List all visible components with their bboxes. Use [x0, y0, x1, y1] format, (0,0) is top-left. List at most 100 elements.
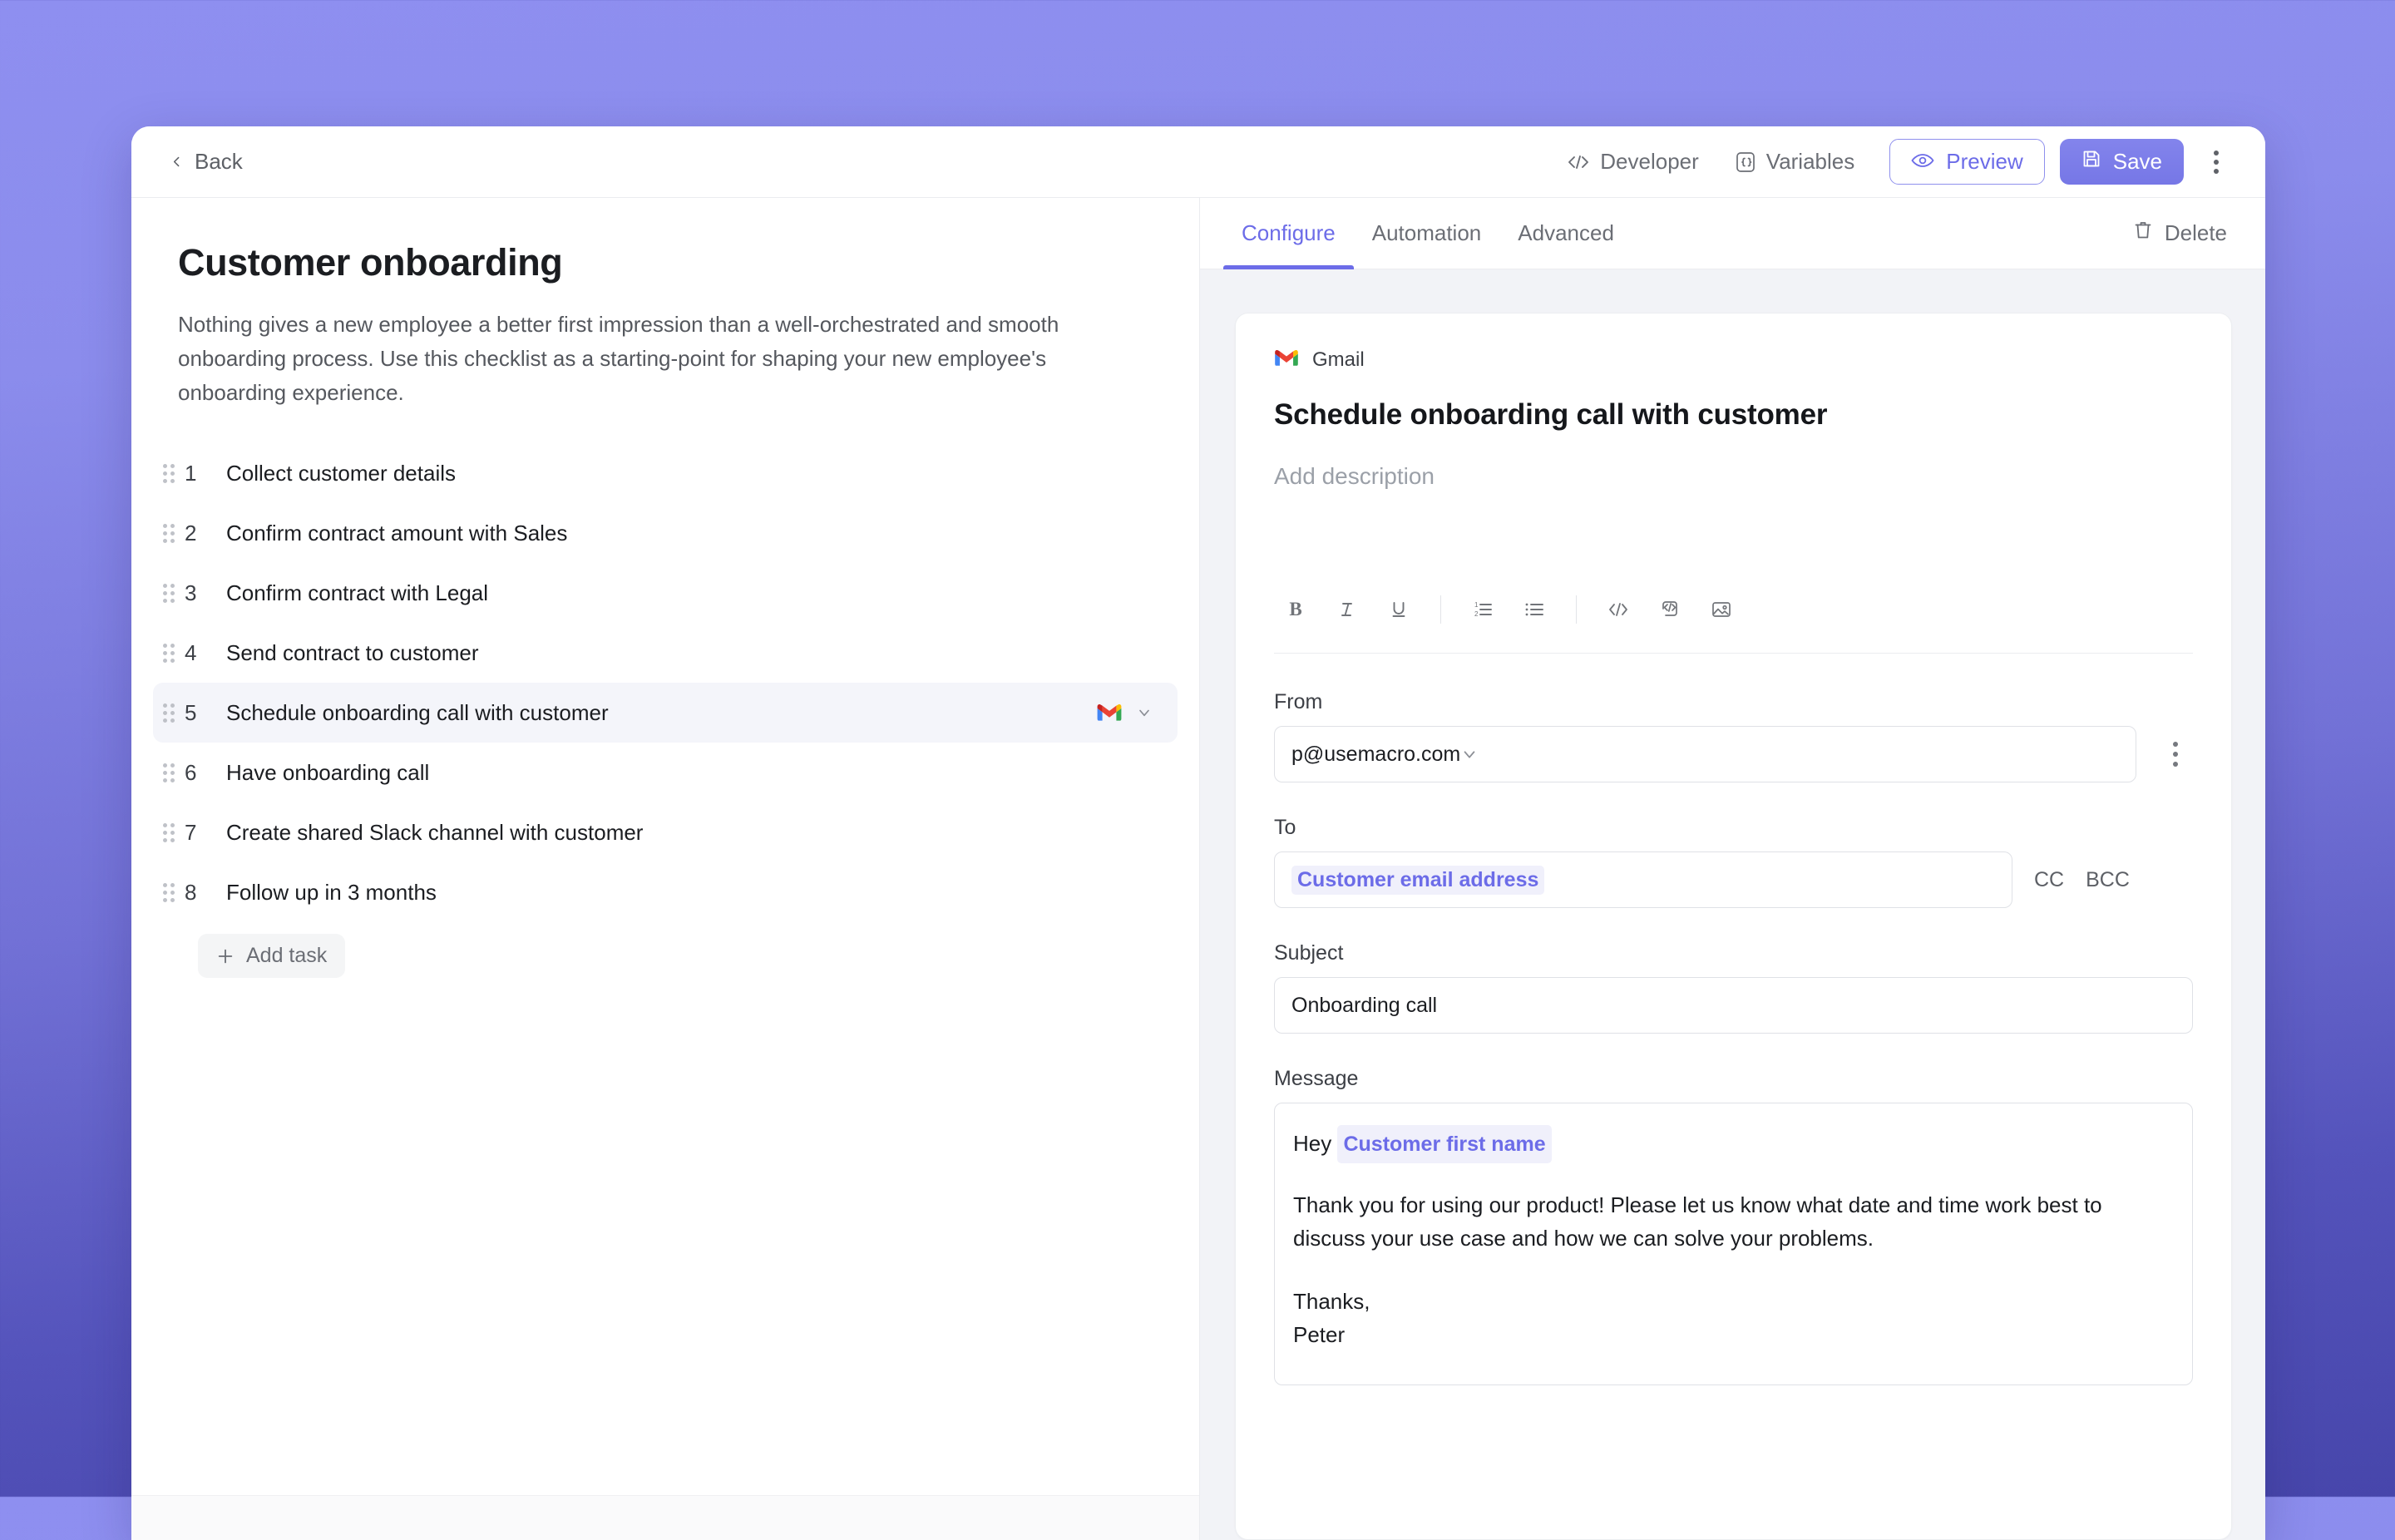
tab-label: Advanced: [1518, 220, 1614, 245]
preview-button[interactable]: Preview: [1889, 139, 2045, 185]
floppy-disk-icon: [2081, 149, 2101, 175]
task-row[interactable]: 1 Collect customer details: [153, 443, 1178, 503]
add-task-button[interactable]: Add task: [198, 934, 346, 978]
task-row-selected[interactable]: 5 Schedule onboarding call with customer: [153, 683, 1178, 743]
save-label: Save: [2112, 149, 2162, 174]
cc-button[interactable]: CC: [2034, 868, 2064, 892]
task-row[interactable]: 7 Create shared Slack channel with custo…: [153, 802, 1178, 862]
variables-button[interactable]: Variables: [1717, 141, 1873, 183]
task-row[interactable]: 2 Confirm contract amount with Sales: [153, 503, 1178, 563]
detail-pane: Configure Automation Advanced Delete Gma…: [1200, 198, 2265, 1540]
dot: [2173, 742, 2178, 747]
action-title[interactable]: Schedule onboarding call with customer: [1274, 398, 2193, 432]
message-editor[interactable]: Hey Customer first name Thank you for us…: [1274, 1103, 2193, 1385]
developer-button[interactable]: Developer: [1549, 141, 1717, 183]
variable-chip-customer-email[interactable]: Customer email address: [1291, 865, 1545, 895]
delete-button[interactable]: Delete: [2133, 198, 2227, 269]
trash-icon: [2133, 220, 2153, 247]
task-number: 6: [185, 759, 197, 785]
code-tags-icon: [1568, 154, 1589, 170]
drag-handle-icon[interactable]: [153, 703, 185, 723]
task-row-trailing: [1096, 703, 1153, 723]
task-row[interactable]: 6 Have onboarding call: [153, 743, 1178, 802]
drag-handle-icon[interactable]: [153, 882, 185, 902]
task-row[interactable]: 8 Follow up in 3 months: [153, 862, 1178, 922]
more-options-button[interactable]: [2197, 143, 2235, 181]
from-label: From: [1274, 690, 1323, 713]
toolbar-divider: [1576, 595, 1577, 624]
svg-text:2: 2: [1474, 610, 1479, 618]
task-label: Schedule onboarding call with customer: [226, 699, 609, 725]
chevron-left-icon: [170, 155, 184, 169]
task-row[interactable]: 4 Send contract to customer: [153, 623, 1178, 683]
chevron-down-icon: [1460, 745, 1479, 763]
drag-handle-icon[interactable]: [153, 822, 185, 842]
variable-chip-customer-first-name[interactable]: Customer first name: [1337, 1125, 1552, 1163]
drag-handle-icon[interactable]: [153, 763, 185, 782]
dot: [2173, 762, 2178, 767]
task-number: 3: [185, 580, 197, 605]
drag-handle-icon[interactable]: [153, 643, 185, 663]
underline-icon: [1390, 599, 1408, 620]
detail-tabbar: Configure Automation Advanced Delete: [1200, 198, 2265, 269]
insert-image-button[interactable]: [1700, 588, 1743, 631]
ordered-list-button[interactable]: 1 2: [1461, 588, 1504, 631]
task-number: 2: [185, 520, 197, 545]
ordered-list-icon: 1 2: [1472, 600, 1494, 619]
plus-icon: [216, 947, 235, 965]
italic-button[interactable]: [1326, 588, 1369, 631]
task-row[interactable]: 3 Confirm contract with Legal: [153, 563, 1178, 623]
tab-automation[interactable]: Automation: [1354, 198, 1500, 269]
underline-button[interactable]: [1377, 588, 1420, 631]
dot: [2214, 159, 2219, 165]
drag-handle-icon[interactable]: [153, 583, 185, 603]
subject-input[interactable]: Onboarding call: [1274, 977, 2193, 1034]
tab-advanced[interactable]: Advanced: [1499, 198, 1632, 269]
italic-icon: [1338, 599, 1356, 620]
task-number: 4: [185, 639, 197, 665]
chevron-down-icon[interactable]: [1136, 704, 1153, 721]
toolbar-divider: [1440, 595, 1441, 624]
rich-text-toolbar: B 1 2: [1274, 588, 2193, 654]
message-greeting: Hey: [1293, 1131, 1332, 1156]
bold-button[interactable]: B: [1274, 588, 1317, 631]
from-select[interactable]: p@usemacro.com: [1274, 726, 2136, 782]
tab-label: Configure: [1242, 220, 1336, 245]
checklist-pane: Customer onboarding Nothing gives a new …: [131, 198, 1200, 1540]
variables-braces-icon: [1736, 151, 1756, 173]
to-input[interactable]: Customer email address: [1274, 851, 2012, 908]
bold-icon: B: [1286, 599, 1305, 620]
gmail-icon: [1274, 348, 1299, 372]
bcc-button[interactable]: BCC: [2086, 868, 2130, 892]
message-greeting-line: Hey Customer first name: [1293, 1125, 2174, 1163]
to-row: Customer email address CC BCC: [1274, 851, 2193, 908]
drag-handle-icon[interactable]: [153, 463, 185, 483]
dot: [2214, 150, 2219, 155]
bullet-list-button[interactable]: [1513, 588, 1556, 631]
drag-handle-icon[interactable]: [153, 523, 185, 543]
code-block-button[interactable]: [1648, 588, 1691, 631]
from-row: p@usemacro.com: [1274, 726, 2193, 782]
subject-label: Subject: [1274, 941, 1344, 965]
svg-text:B: B: [1289, 599, 1301, 619]
task-number: 1: [185, 460, 197, 486]
developer-label: Developer: [1600, 149, 1699, 174]
svg-text:1: 1: [1474, 601, 1479, 609]
tabbar-spacer: [1632, 198, 2133, 269]
action-description-input[interactable]: Add description: [1274, 463, 2193, 490]
task-label: Have onboarding call: [226, 759, 430, 785]
tab-configure[interactable]: Configure: [1223, 198, 1354, 269]
from-more-options-button[interactable]: [2158, 733, 2193, 775]
app-window: Back Developer Variables Preview Save Cu…: [131, 126, 2265, 1540]
top-toolbar: Back Developer Variables Preview Save: [131, 126, 2265, 198]
code-block-icon: [1659, 599, 1681, 620]
preview-label: Preview: [1946, 149, 2023, 174]
message-paragraph: Thank you for using our product! Please …: [1293, 1192, 2102, 1251]
task-label: Follow up in 3 months: [226, 879, 437, 905]
back-button[interactable]: Back: [170, 149, 243, 175]
action-config-card: Gmail Schedule onboarding call with cust…: [1235, 313, 2232, 1540]
inline-code-button[interactable]: [1597, 588, 1640, 631]
save-button[interactable]: Save: [2059, 139, 2184, 185]
card-app-name: Gmail: [1312, 348, 1365, 371]
bullet-list-icon: [1523, 600, 1545, 619]
